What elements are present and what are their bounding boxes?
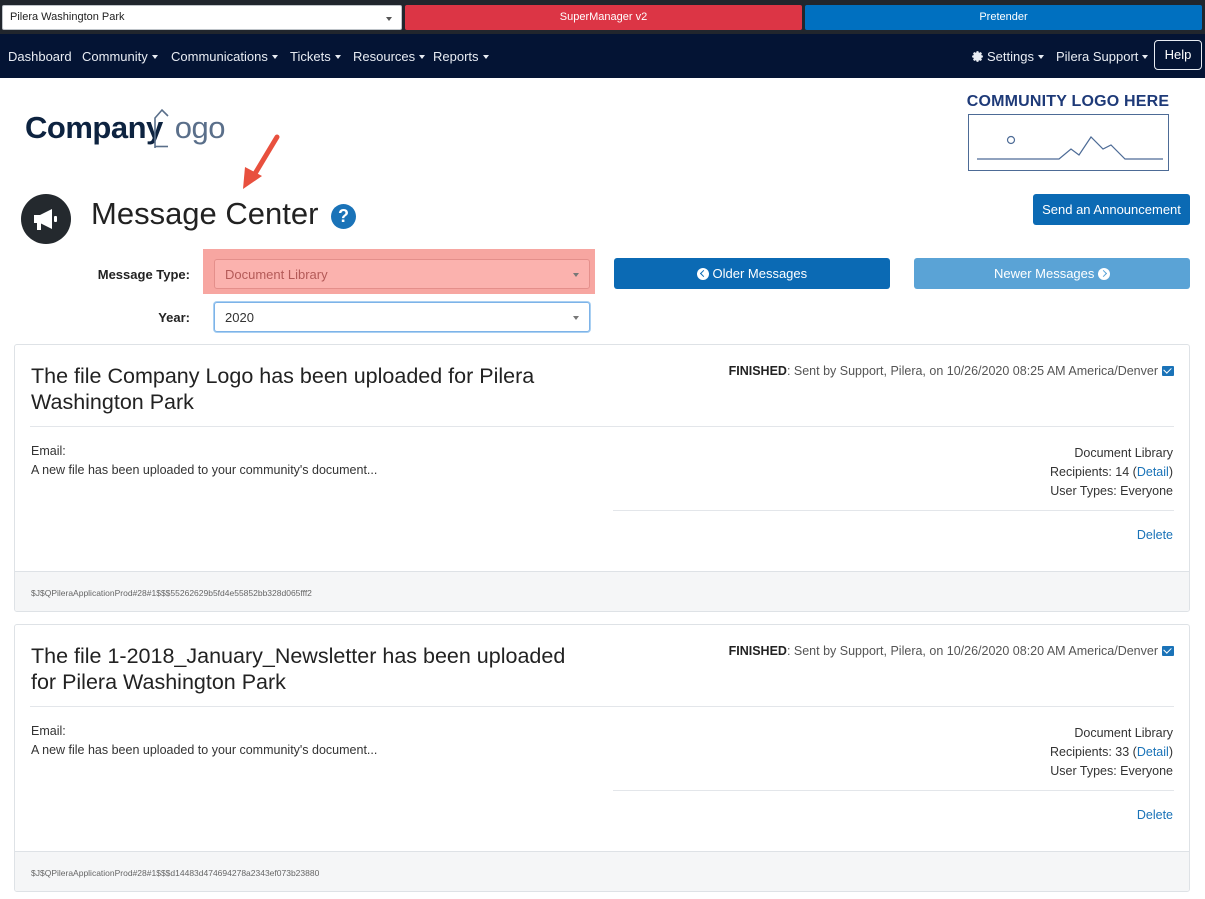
user-types: User Types: Everyone	[1050, 764, 1173, 778]
delete-link[interactable]: Delete	[1137, 808, 1173, 822]
message-sent-info: : Sent by Support, Pilera, on 10/26/2020…	[786, 644, 1158, 658]
status-badge: FINISHED	[728, 364, 787, 378]
message-id: $J$QPileraApplicationProd#28#1$$$5526262…	[31, 588, 312, 598]
main-navbar: Dashboard Community Communications Ticke…	[0, 34, 1205, 78]
divider	[30, 426, 1174, 427]
nav-reports[interactable]: Reports	[433, 49, 489, 64]
message-footer: $J$QPileraApplicationProd#28#1$$$5526262…	[15, 571, 1189, 611]
envelope-icon[interactable]	[1162, 365, 1174, 376]
email-preview: A new file has been uploaded to your com…	[31, 463, 378, 477]
recipients-prefix: Recipients: 14 (	[1050, 465, 1137, 479]
community-select-value: Pilera Washington Park	[10, 11, 125, 23]
message-status: FINISHED: Sent by Support, Pilera, on 10…	[729, 644, 1174, 658]
community-logo-title: COMMUNITY LOGO HERE	[966, 93, 1170, 110]
chevron-down-icon	[386, 17, 392, 21]
nav-dashboard[interactable]: Dashboard	[8, 49, 72, 64]
message-title: The file Company Logo has been uploaded …	[31, 364, 535, 414]
older-messages-button[interactable]: Older Messages	[614, 258, 890, 289]
recipients-info: Recipients: 14 (Detail)	[1050, 463, 1173, 482]
recipients-suffix: )	[1168, 465, 1173, 479]
email-preview: A new file has been uploaded to your com…	[31, 743, 378, 757]
message-category: Document Library	[1074, 726, 1173, 740]
megaphone-icon	[21, 194, 71, 244]
message-meta: Document Library Recipients: 14 (Detail)…	[1050, 444, 1173, 501]
company-logo-bold-text: Company	[25, 110, 163, 145]
message-category: Document Library	[1074, 446, 1173, 460]
email-label: Email:	[31, 444, 66, 458]
nav-community-label: Community	[82, 49, 148, 64]
caret-down-icon	[1142, 54, 1149, 59]
year-label: Year:	[158, 310, 190, 325]
community-select[interactable]: Pilera Washington Park	[2, 5, 402, 30]
message-type-label: Message Type:	[97, 267, 190, 282]
chevron-down-icon	[573, 316, 579, 320]
house-l-icon	[154, 108, 169, 148]
year-value: 2020	[225, 310, 254, 325]
nav-resources-label: Resources	[353, 49, 416, 64]
mountain-icon	[977, 135, 1163, 160]
year-select[interactable]: 2020	[214, 302, 590, 332]
nav-settings-label: Settings	[987, 49, 1034, 64]
nav-tickets[interactable]: Tickets	[290, 49, 341, 64]
message-sent-info: : Sent by Support, Pilera, on 10/26/2020…	[786, 364, 1158, 378]
nav-tickets-label: Tickets	[290, 49, 331, 64]
page-title: Message Center	[91, 196, 319, 231]
nav-dashboard-label: Dashboard	[8, 49, 72, 64]
email-label: Email:	[31, 724, 66, 738]
nav-support-label: Pilera Support	[1056, 49, 1139, 64]
status-badge: FINISHED	[728, 644, 787, 658]
chevron-down-icon	[573, 273, 579, 277]
message-card: The file Company Logo has been uploaded …	[14, 344, 1190, 612]
delete-link[interactable]: Delete	[1137, 528, 1173, 542]
recipients-detail-link[interactable]: Detail	[1137, 465, 1169, 479]
nav-reports-label: Reports	[433, 49, 479, 64]
caret-down-icon	[419, 54, 426, 59]
nav-community[interactable]: Community	[82, 49, 158, 64]
nav-communications[interactable]: Communications	[171, 49, 278, 64]
recipients-info: Recipients: 33 (Detail)	[1050, 743, 1173, 762]
newer-messages-label: Newer Messages	[993, 266, 1095, 281]
older-messages-label: Older Messages	[712, 266, 808, 281]
send-announcement-button[interactable]: Send an Announcement	[1033, 194, 1190, 225]
community-logo-image	[968, 114, 1169, 171]
nav-settings[interactable]: Settings	[971, 49, 1044, 64]
nav-resources[interactable]: Resources	[353, 49, 426, 64]
caret-down-icon	[151, 54, 158, 59]
message-type-select[interactable]: Document Library	[214, 259, 590, 289]
divider	[30, 706, 1174, 707]
chevron-left-circle-icon	[696, 267, 709, 280]
newer-messages-button[interactable]: Newer Messages	[914, 258, 1190, 289]
divider	[613, 790, 1174, 791]
gear-icon	[972, 51, 983, 62]
message-footer: $J$QPileraApplicationProd#28#1$$$d14483d…	[15, 851, 1189, 891]
help-button[interactable]: Help	[1154, 40, 1202, 70]
caret-down-icon	[334, 54, 341, 59]
message-status: FINISHED: Sent by Support, Pilera, on 10…	[729, 364, 1174, 378]
message-type-value: Document Library	[225, 267, 328, 282]
pretender-button[interactable]: Pretender	[805, 5, 1202, 30]
caret-down-icon	[482, 54, 489, 59]
caret-down-icon	[1037, 54, 1044, 59]
user-types: User Types: Everyone	[1050, 484, 1173, 498]
message-title: The file 1-2018_January_Newsletter has b…	[31, 644, 566, 694]
caret-down-icon	[271, 54, 278, 59]
nav-communications-label: Communications	[171, 49, 268, 64]
company-logo: Company ogo	[25, 108, 226, 148]
nav-support[interactable]: Pilera Support	[1056, 49, 1149, 64]
message-card: The file 1-2018_January_Newsletter has b…	[14, 624, 1190, 892]
message-meta: Document Library Recipients: 33 (Detail)…	[1050, 724, 1173, 781]
question-circle-icon[interactable]: ?	[331, 204, 356, 229]
company-logo-light-text: ogo	[174, 110, 226, 145]
recipients-prefix: Recipients: 33 (	[1050, 745, 1137, 759]
divider	[613, 510, 1174, 511]
top-strip: Pilera Washington Park SuperManager v2 P…	[0, 0, 1205, 34]
supermanager-button[interactable]: SuperManager v2	[405, 5, 802, 30]
annotation-arrow-icon	[243, 134, 280, 189]
chevron-right-circle-icon	[1098, 267, 1111, 280]
community-logo: COMMUNITY LOGO HERE	[965, 93, 1171, 171]
recipients-detail-link[interactable]: Detail	[1137, 745, 1169, 759]
envelope-icon[interactable]	[1162, 645, 1174, 656]
message-id: $J$QPileraApplicationProd#28#1$$$d14483d…	[31, 868, 320, 878]
recipients-suffix: )	[1168, 745, 1173, 759]
